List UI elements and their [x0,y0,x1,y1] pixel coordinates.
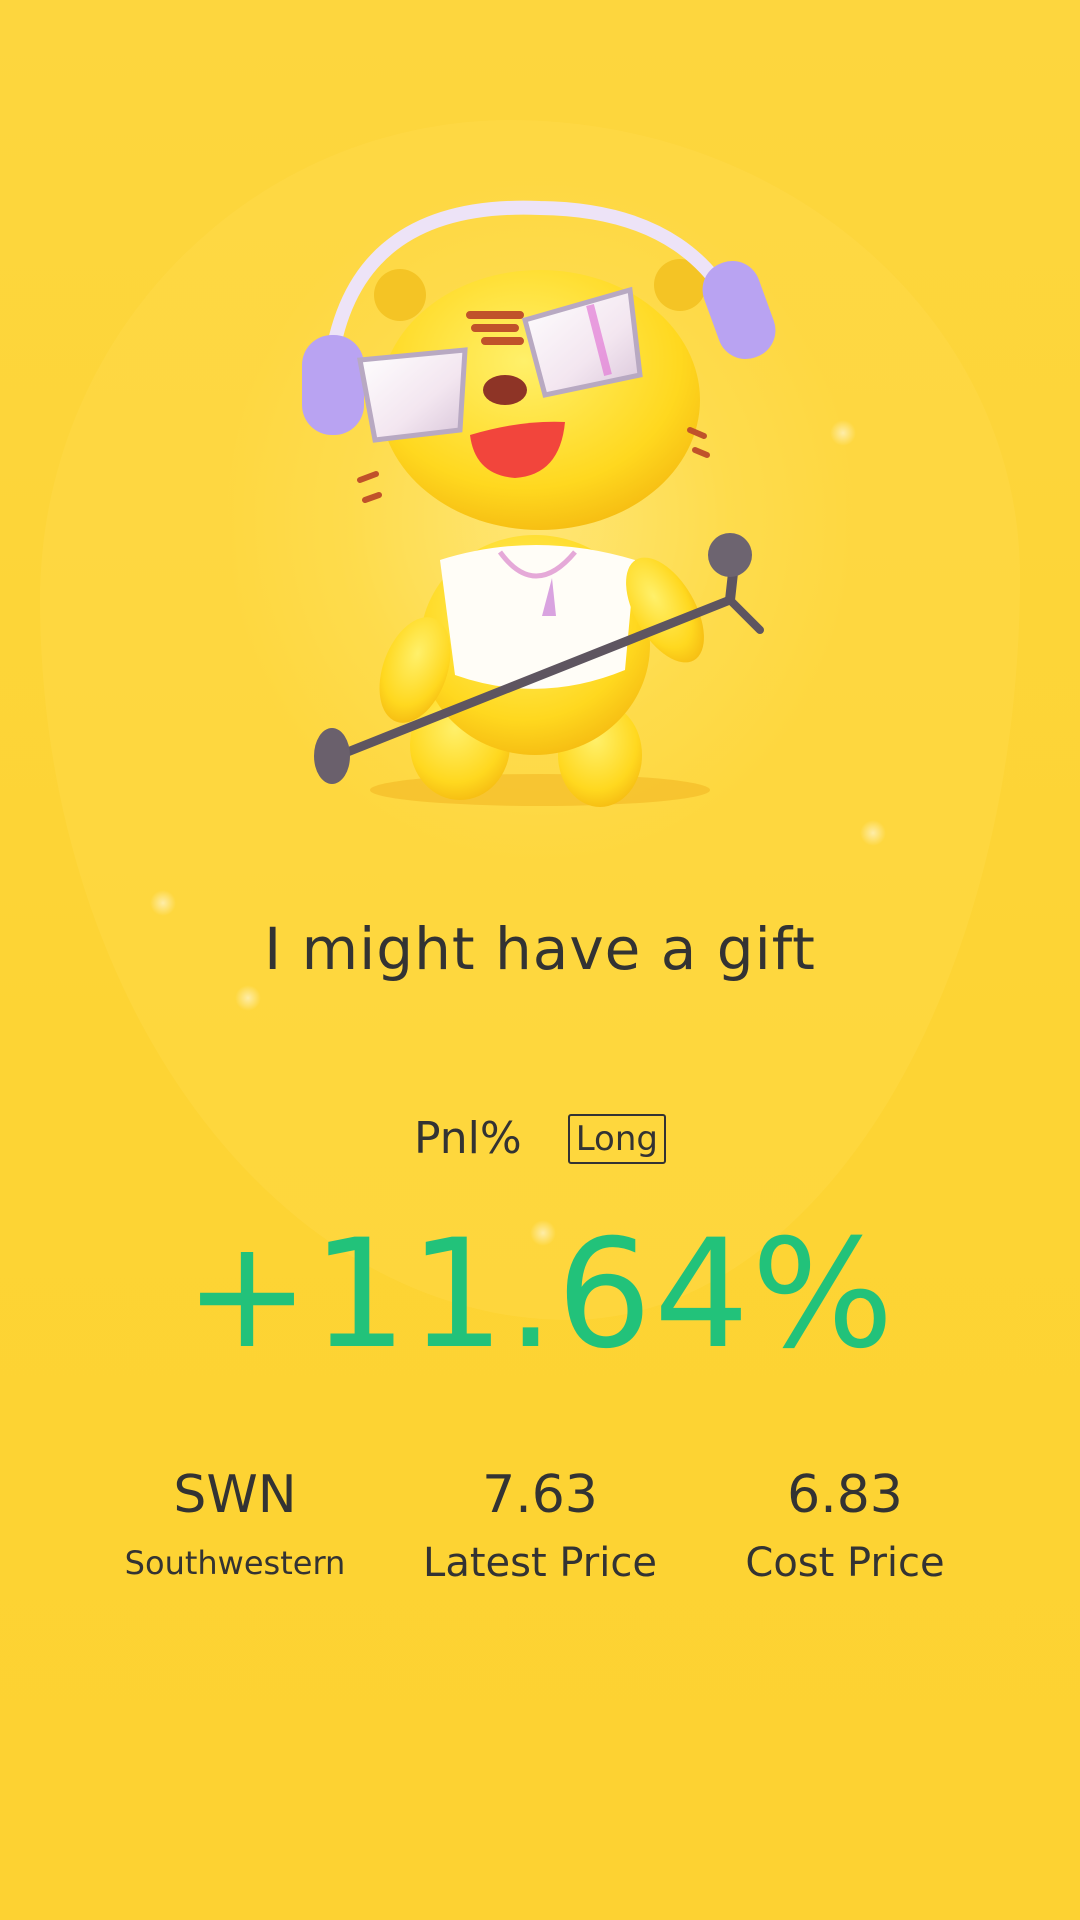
position-direction-badge: Long [567,1113,666,1164]
pnl-label: Pnl% [414,1113,522,1164]
pnl-header: Pnl% Long [0,1113,1080,1164]
tiger-mascot-icon [302,200,776,807]
sparkle-icon [150,890,176,916]
pnl-percentage: +11.64% [184,1208,896,1382]
sparkle-icon [235,985,261,1011]
cost-price-value: 6.83 [787,1465,903,1525]
sparkle-icon [860,820,886,846]
sparkle-icon [830,420,856,446]
headline-text: I might have a gift [264,915,816,983]
cost-price-label: Cost Price [745,1540,945,1586]
stat-cost-price: 6.83 Cost Price [665,1460,1025,1586]
